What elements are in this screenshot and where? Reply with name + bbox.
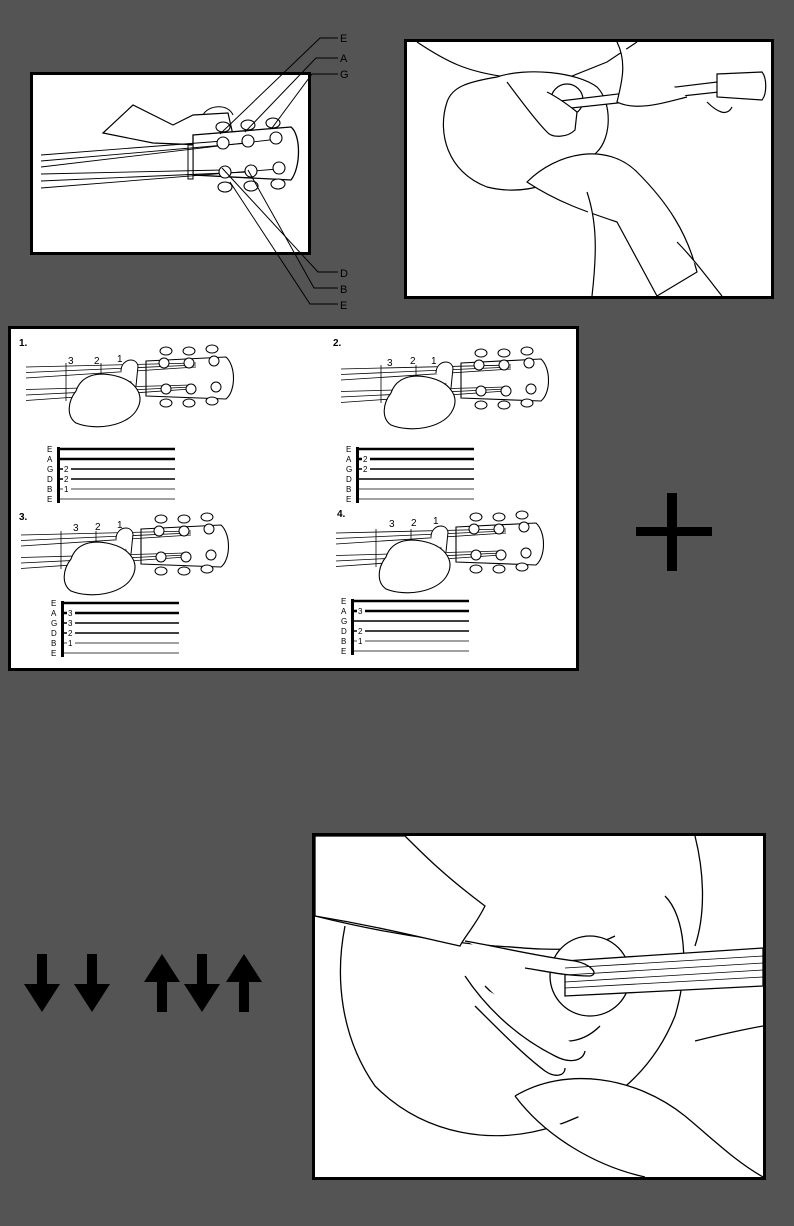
step-2-fret-2: 2 <box>410 356 416 367</box>
tab-string-name: G <box>341 617 347 626</box>
tab-string-name: E <box>51 599 56 608</box>
step-2-number: 2. <box>333 338 342 349</box>
tab-string-name: B <box>346 485 351 494</box>
tab-string-name: A <box>346 455 352 464</box>
tab-string-name: E <box>51 649 56 658</box>
arrow-up-icon <box>226 954 262 1012</box>
tab-string-name: G <box>51 619 57 628</box>
tab-string-name: E <box>47 445 52 454</box>
tab-barline <box>351 599 354 655</box>
tab-fret-number: 1 <box>358 637 363 646</box>
step-3-tab: EA 3G 3D 2B 1E <box>51 599 179 658</box>
strumming-illustration <box>315 836 763 1177</box>
arrow-up-icon <box>144 954 180 1012</box>
tab-fret-number: 2 <box>358 627 363 636</box>
tab-barline <box>356 447 359 503</box>
tab-string-name: E <box>341 647 346 656</box>
tab-fret-number: 1 <box>64 485 69 494</box>
string-label-bottom-2: B <box>340 284 347 296</box>
step-2-tab: EA 2G 2DBE <box>346 445 474 504</box>
tab-barline <box>57 447 60 503</box>
tab-fret-number: 3 <box>358 607 363 616</box>
tab-string-name: D <box>51 629 57 638</box>
tab-string-name: E <box>346 495 351 504</box>
string-label-bottom-3: E <box>340 300 347 312</box>
tab-string-name: A <box>51 609 57 618</box>
string-label-top-2: A <box>340 53 348 65</box>
tab-fret-number: 3 <box>68 609 73 618</box>
chord-steps-panel: 1. 2. 3. 4. 3 2 1 3 2 1 3 2 1 3 2 1 EAG2… <box>8 326 579 671</box>
plus-icon <box>636 493 712 571</box>
string-label-top-1: E <box>340 33 347 45</box>
step-1-number: 1. <box>19 338 28 349</box>
tab-string-name: D <box>47 475 53 484</box>
tab-string-name: A <box>47 455 53 464</box>
tab-fret-number: 2 <box>68 629 73 638</box>
tab-fret-number: 2 <box>363 455 368 464</box>
step-1-fret-3: 3 <box>68 356 74 367</box>
tab-fret-number: 2 <box>64 475 69 484</box>
tab-string-name: E <box>341 597 346 606</box>
tab-string-name: E <box>47 495 52 504</box>
tab-fret-number: 3 <box>68 619 73 628</box>
player-panel <box>404 39 774 299</box>
tab-fret-number: 2 <box>363 465 368 474</box>
arrow-down-icon <box>184 954 220 1012</box>
tab-string-name: G <box>47 465 53 474</box>
step-3-number: 3. <box>19 512 28 523</box>
step-4-tab: EA 3GD 2B 1E <box>341 597 469 656</box>
string-label-bottom-1: D <box>340 268 348 280</box>
step-4-number: 4. <box>337 509 346 520</box>
step-4-fret-2: 2 <box>411 518 417 529</box>
tab-string-name: G <box>346 465 352 474</box>
step-2-neck <box>340 346 550 430</box>
chord-steps-svg: 1. 2. 3. 4. 3 2 1 3 2 1 3 2 1 3 2 1 EAG 2… <box>19 338 550 658</box>
step-1-fret-1: 1 <box>117 354 123 365</box>
step-2-fret-1: 1 <box>431 356 437 367</box>
arrow-down-icon <box>74 954 110 1012</box>
tab-string-name: D <box>341 627 347 636</box>
tab-string-name: B <box>51 639 56 648</box>
tab-string-name: A <box>341 607 347 616</box>
step-4-fret-1: 1 <box>433 516 439 527</box>
step-1-neck <box>25 344 235 428</box>
step-1-tab: EAG 2D 2B 1E <box>47 445 175 504</box>
step-4-neck <box>335 510 545 594</box>
strum-pattern <box>24 954 262 1012</box>
player-illustration <box>416 42 767 296</box>
tab-fret-number: 2 <box>64 465 69 474</box>
strum-panel <box>312 833 766 1180</box>
step-3-fret-3: 3 <box>73 523 79 534</box>
step-2-fret-3: 3 <box>387 358 393 369</box>
tab-barline <box>61 601 64 657</box>
tab-string-name: D <box>346 475 352 484</box>
string-label-top-3: G <box>340 69 349 81</box>
arrow-down-icon <box>24 954 60 1012</box>
tab-fret-number: 1 <box>68 639 73 648</box>
tab-string-name: B <box>47 485 52 494</box>
tab-string-name: E <box>346 445 351 454</box>
tab-string-name: B <box>341 637 346 646</box>
step-4-fret-3: 3 <box>389 519 395 530</box>
step-3-neck <box>20 512 230 596</box>
